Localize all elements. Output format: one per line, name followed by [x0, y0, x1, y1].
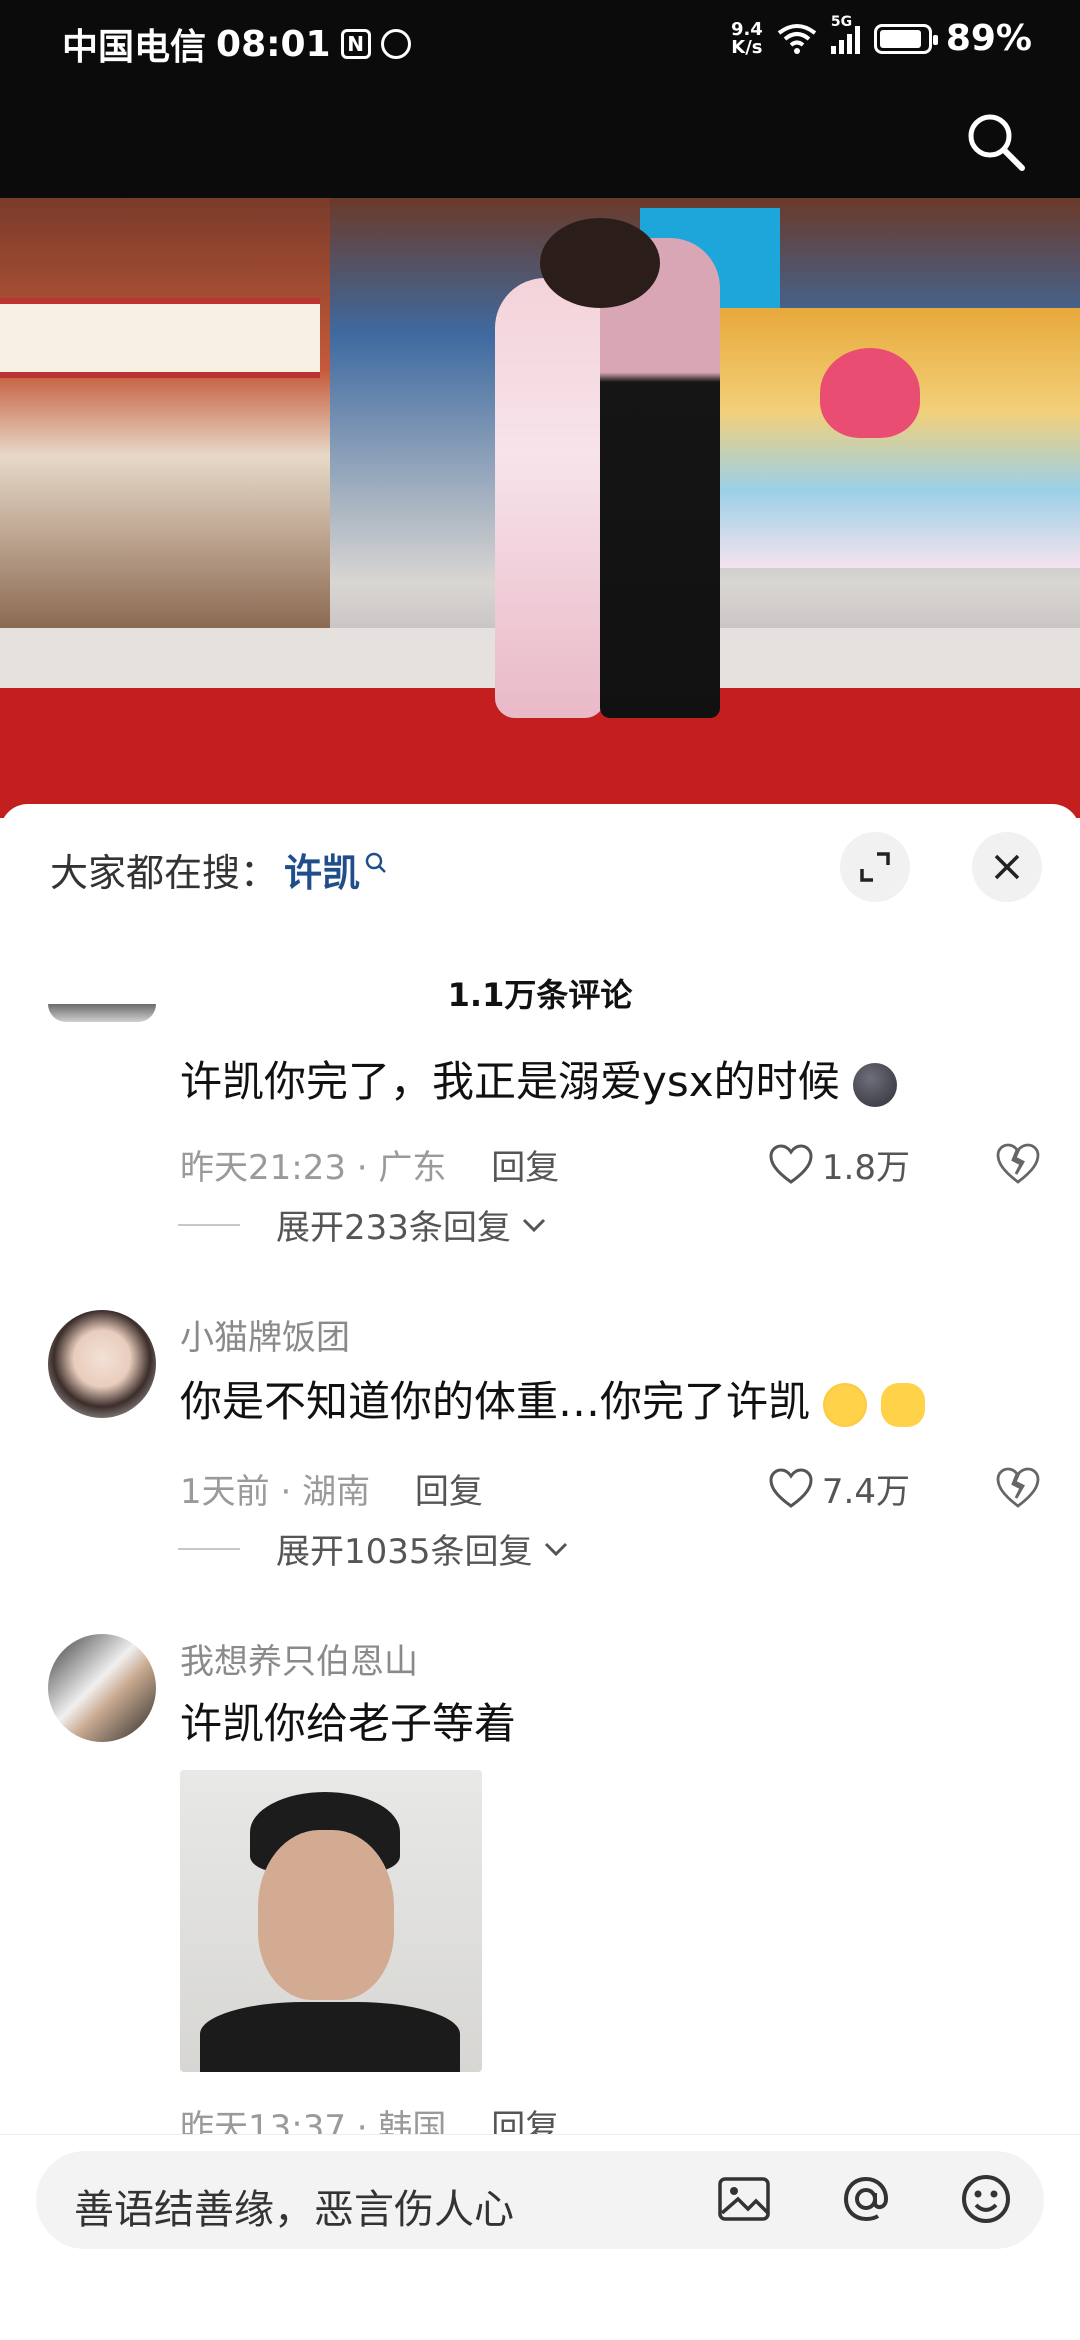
- close-icon: [994, 854, 1020, 880]
- status-left: 中国电信 08:01 N: [62, 18, 411, 70]
- trending-keyword[interactable]: 许凯: [284, 842, 360, 897]
- chevron-down-icon: [522, 1218, 545, 1232]
- dislike-icon[interactable]: [994, 1140, 1042, 1188]
- chevron-down-icon: [544, 1542, 567, 1556]
- like-button[interactable]: 1.8万: [768, 1140, 910, 1189]
- comment-image[interactable]: [180, 1770, 482, 2072]
- wifi-icon: [777, 23, 817, 54]
- mention-icon[interactable]: [836, 2169, 896, 2229]
- avatar[interactable]: [48, 1310, 156, 1418]
- image-icon[interactable]: [714, 2169, 774, 2229]
- expand-replies[interactable]: 展开233条回复: [178, 1200, 547, 1249]
- comment-time: 昨天21:23: [180, 1148, 346, 1188]
- comment-meta: 昨天21:23 · 广东 回复: [180, 1148, 560, 1188]
- trending-search[interactable]: 大家都在搜： 许凯: [50, 842, 388, 897]
- close-button[interactable]: [972, 832, 1042, 902]
- comment-text: 许凯你给老子等着: [180, 1699, 517, 1748]
- laughing-emoji-icon: [823, 1382, 868, 1427]
- status-bar: 中国电信 08:01 N 9.4 K/s 5G 89%: [0, 0, 1080, 80]
- video-top-bar: [0, 80, 1080, 198]
- trending-label: 大家都在搜：: [50, 851, 279, 895]
- comment-time: 1天前: [180, 1472, 270, 1512]
- expand-replies-label: 展开1035条回复: [276, 1532, 533, 1572]
- video-person-dress: [495, 278, 605, 718]
- ok-hand-emoji-icon: [880, 1382, 925, 1427]
- comment-input-bar: 善语结善缘，恶言伤人心: [0, 2134, 1080, 2254]
- comment-count: 1.1万条评论: [447, 976, 633, 1014]
- comment-username[interactable]: 小猫牌饭团: [180, 1310, 350, 1359]
- like-count: 1.8万: [821, 1148, 910, 1188]
- comment-text: 许凯你完了，我正是溺爱ysx的时候: [180, 1048, 897, 1109]
- comment-text-content: 你是不知道你的体重…你完了许凯: [180, 1377, 811, 1426]
- reply-button[interactable]: 回复: [491, 1148, 559, 1188]
- nfc-icon: N: [340, 29, 371, 59]
- like-button[interactable]: 7.4万: [768, 1464, 910, 1513]
- comment-username[interactable]: 我想养只伯恩山: [180, 1634, 418, 1683]
- search-icon[interactable]: [964, 110, 1028, 174]
- dislike-icon[interactable]: [994, 1464, 1042, 1512]
- video-player[interactable]: [0, 198, 1080, 818]
- heart-icon: [769, 1467, 813, 1508]
- video-person-suit: [600, 238, 720, 718]
- heart-icon: [769, 1143, 813, 1184]
- expand-icon: [860, 852, 890, 882]
- net-speed: 9.4 K/s: [730, 18, 763, 58]
- network-type: 5G: [830, 13, 853, 30]
- divider: [178, 1547, 240, 1550]
- emoji-icon[interactable]: [956, 2169, 1016, 2229]
- dark-moon-emoji-icon: [852, 1062, 897, 1107]
- comment-location: 广东: [378, 1148, 447, 1188]
- net-speed-value: 9.4: [730, 18, 763, 40]
- avatar[interactable]: [48, 1634, 156, 1742]
- avatar[interactable]: [48, 1004, 156, 1022]
- expand-button[interactable]: [840, 832, 910, 902]
- battery-icon: [873, 23, 938, 54]
- status-right: 9.4 K/s 5G 89%: [730, 14, 1032, 60]
- like-count: 7.4万: [821, 1472, 910, 1512]
- comments-sheet: 大家都在搜： 许凯 1.1万条评论 许凯你完了，我正是溺爱ysx的时候 昨天21…: [0, 804, 1080, 2340]
- video-set-left: [0, 198, 330, 628]
- video-set-right: [680, 308, 1080, 568]
- net-speed-unit: K/s: [731, 36, 763, 58]
- comment-location: 湖南: [302, 1472, 371, 1512]
- search-icon: [365, 852, 386, 873]
- comment-input[interactable]: 善语结善缘，恶言伤人心: [36, 2151, 1044, 2249]
- carrier-label: 中国电信: [62, 27, 207, 68]
- reply-button[interactable]: 回复: [415, 1472, 483, 1512]
- photo-face: [258, 1830, 394, 2000]
- alarm-icon: [380, 29, 411, 59]
- battery-percent: 89%: [945, 18, 1032, 59]
- photo-shoulders: [200, 2002, 460, 2072]
- expand-replies[interactable]: 展开1035条回复: [178, 1524, 569, 1573]
- expand-replies-label: 展开233条回复: [276, 1208, 511, 1248]
- video-heart-prop: [820, 348, 920, 438]
- clock: 08:01: [216, 23, 331, 65]
- divider: [178, 1223, 240, 1226]
- cell-signal: 5G: [830, 14, 860, 54]
- comment-meta: 1天前 · 湖南 回复: [180, 1472, 483, 1512]
- comment-text-content: 许凯你完了，我正是溺爱ysx的时候: [180, 1057, 840, 1106]
- video-hair: [540, 218, 660, 308]
- comment-input-placeholder: 善语结善缘，恶言伤人心: [74, 2187, 514, 2233]
- comment-text: 你是不知道你的体重…你完了许凯: [180, 1368, 925, 1429]
- video-set-shopfront: [0, 298, 320, 378]
